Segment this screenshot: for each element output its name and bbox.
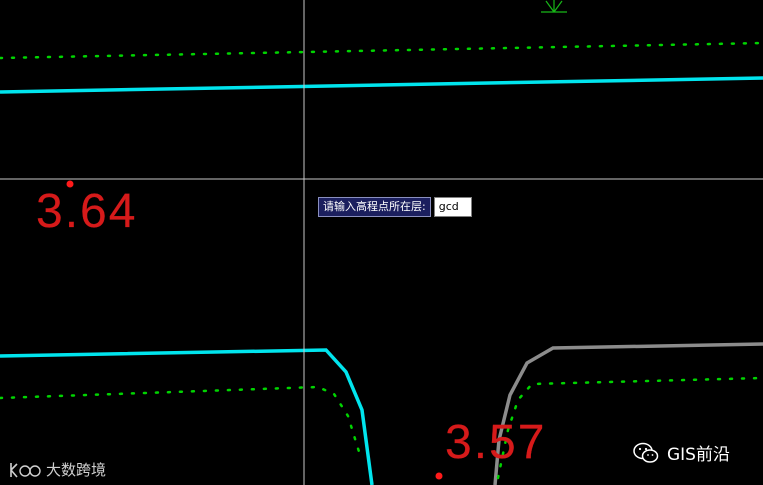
elevation-point[interactable] bbox=[435, 472, 443, 480]
dynamic-input-prompt: 请输入高程点所在层: bbox=[318, 197, 472, 217]
top-dotted-line bbox=[0, 41, 763, 60]
watermark-right: GIS前沿 bbox=[633, 440, 730, 465]
elevation-label: 3.57 bbox=[445, 416, 547, 469]
top-road-edge bbox=[0, 76, 763, 94]
wechat-icon bbox=[633, 442, 659, 463]
left-dotted-line bbox=[0, 385, 362, 457]
kuo-logo-icon bbox=[10, 462, 41, 478]
prompt-label: 请输入高程点所在层: bbox=[318, 197, 431, 217]
watermark-left-text: 大数跨境 bbox=[46, 461, 107, 479]
watermark-right-text: GIS前沿 bbox=[667, 445, 730, 465]
elevation-label: 3.64 bbox=[36, 185, 138, 238]
layer-name-input[interactable] bbox=[433, 197, 472, 217]
cad-drawing-canvas[interactable] bbox=[0, 0, 763, 485]
watermark-left: 大数跨境 bbox=[8, 459, 106, 480]
tree-symbol-icon bbox=[541, 0, 567, 13]
